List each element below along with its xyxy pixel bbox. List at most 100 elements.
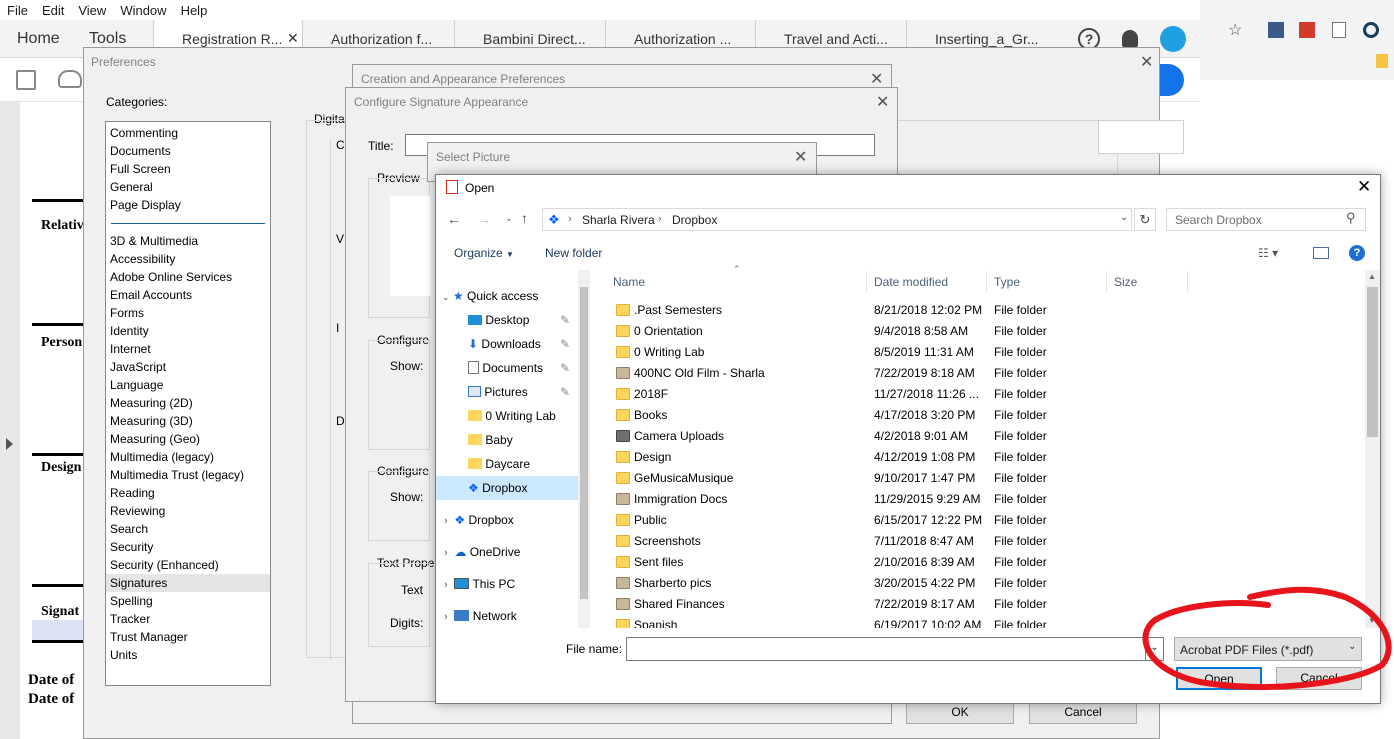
file-row[interactable]: Immigration Docs 11/29/2015 9:29 AM File f… (605, 489, 1365, 510)
chevron-down-icon[interactable]: ⌄ (1120, 212, 1128, 223)
category-multimedia-legacy[interactable]: Multimedia (legacy) (106, 448, 270, 466)
category-security[interactable]: Security (106, 538, 270, 556)
home-tab[interactable]: Home (17, 30, 60, 48)
category-units[interactable]: Units (106, 646, 270, 664)
up-arrow-icon[interactable]: ↑ (521, 210, 528, 226)
scroll-up-icon[interactable]: ▲ (1368, 272, 1376, 281)
nav-scroll-thumb[interactable] (580, 287, 588, 599)
category-reading[interactable]: Reading (106, 484, 270, 502)
category-email-accounts[interactable]: Email Accounts (106, 286, 270, 304)
category-forms[interactable]: Forms (106, 304, 270, 322)
category-trust-manager[interactable]: Trust Manager (106, 628, 270, 646)
extension-icon[interactable] (1268, 22, 1284, 38)
cloud-upload-icon[interactable] (58, 70, 82, 88)
category-full-screen[interactable]: Full Screen (106, 160, 270, 178)
category-measuring-geo[interactable]: Measuring (Geo) (106, 430, 270, 448)
menu-edit[interactable]: Edit (35, 0, 71, 18)
file-row[interactable]: Sent files 2/10/2016 8:39 AM File folder (605, 552, 1365, 573)
organize-button[interactable]: Organize ▼ (454, 246, 514, 260)
nav-dropbox-quick[interactable]: ❖ Dropbox (436, 476, 590, 500)
category-language[interactable]: Language (106, 376, 270, 394)
nav-desktop[interactable]: Desktop ✎ (436, 308, 590, 332)
category-3d-multimedia[interactable]: 3D & Multimedia (106, 232, 270, 250)
category-signatures[interactable]: Signatures (106, 574, 270, 592)
file-row[interactable]: .Past Semesters 8/21/2018 12:02 PM File fo… (605, 300, 1365, 321)
file-row[interactable]: Camera Uploads 4/2/2018 9:01 AM File folde… (605, 426, 1365, 447)
category-identity[interactable]: Identity (106, 322, 270, 340)
close-icon[interactable]: ✕ (1140, 52, 1153, 72)
category-tracker[interactable]: Tracker (106, 610, 270, 628)
nav-this-pc[interactable]: › This PC (436, 572, 590, 596)
file-row[interactable]: Public 6/15/2017 12:22 PM File folder (605, 510, 1365, 531)
nav-writing-lab[interactable]: 0 Writing Lab (436, 404, 590, 428)
close-icon[interactable]: ✕ (794, 147, 807, 167)
file-row[interactable]: Screenshots 7/11/2018 8:47 AM File folder (605, 531, 1365, 552)
categories-list[interactable]: Commenting Documents Full Screen General… (105, 121, 271, 686)
bell-icon[interactable] (1122, 30, 1138, 47)
pdf-extension-icon[interactable] (1299, 22, 1315, 38)
breadcrumb-user[interactable]: Sharla Rivera (582, 213, 655, 227)
category-javascript[interactable]: JavaScript (106, 358, 270, 376)
close-icon[interactable]: ✕ (876, 92, 889, 112)
nav-pictures[interactable]: Pictures ✎ (436, 380, 590, 404)
nav-baby[interactable]: Baby (436, 428, 590, 452)
file-row[interactable]: 400NC Old Film - Sharla 7/22/2019 8:18 AM… (605, 363, 1365, 384)
file-row[interactable]: 2018F 11/27/2018 11:26 ... File folder (605, 384, 1365, 405)
address-bar[interactable]: ❖ › Sharla Rivera › Dropbox ⌄ (542, 208, 1132, 231)
column-type[interactable]: Type (988, 271, 1107, 293)
category-page-display[interactable]: Page Display (106, 196, 270, 214)
view-options-icon[interactable]: ☷ ▾ (1258, 246, 1278, 260)
profile-icon[interactable] (1363, 22, 1379, 38)
expand-arrow-icon[interactable] (6, 438, 13, 450)
preview-pane-icon[interactable] (1313, 247, 1329, 259)
category-spelling[interactable]: Spelling (106, 592, 270, 610)
forward-arrow-icon[interactable]: → (477, 211, 491, 227)
menu-window[interactable]: Window (113, 0, 173, 18)
category-internet[interactable]: Internet (106, 340, 270, 358)
avatar[interactable] (1160, 26, 1186, 52)
file-name-input[interactable] (626, 637, 1146, 661)
page-icon[interactable] (1332, 22, 1346, 38)
category-accessibility[interactable]: Accessibility (106, 250, 270, 268)
category-search[interactable]: Search (106, 520, 270, 538)
nav-network[interactable]: › Network (436, 604, 590, 628)
category-general[interactable]: General (106, 178, 270, 196)
nav-downloads[interactable]: ⬇ Downloads ✎ (436, 332, 590, 356)
nav-onedrive[interactable]: › ☁ OneDrive (436, 540, 590, 564)
menu-view[interactable]: View (71, 0, 113, 18)
star-icon[interactable]: ☆ (1228, 20, 1242, 40)
close-icon[interactable]: ✕ (287, 30, 299, 47)
menu-file[interactable]: File (0, 0, 35, 18)
file-row[interactable]: Design 4/12/2019 1:08 PM File folder (605, 447, 1365, 468)
back-arrow-icon[interactable]: ← (447, 211, 461, 227)
menu-help[interactable]: Help (174, 0, 215, 18)
category-multimedia-trust-legacy[interactable]: Multimedia Trust (legacy) (106, 466, 270, 484)
search-icon[interactable]: ⚲ (1346, 210, 1356, 226)
category-security-enhanced[interactable]: Security (Enhanced) (106, 556, 270, 574)
signature-field[interactable] (32, 620, 84, 640)
file-row[interactable]: GeMusicaMusique 9/10/2017 1:47 PM File fol… (605, 468, 1365, 489)
search-input[interactable]: Search Dropbox (1166, 208, 1366, 231)
column-size[interactable]: Size (1108, 271, 1188, 293)
column-date-modified[interactable]: Date modified (868, 271, 987, 293)
file-list-scroll-thumb[interactable] (1367, 287, 1378, 437)
category-commenting[interactable]: Commenting (106, 124, 270, 142)
help-icon[interactable]: ? (1349, 245, 1365, 261)
file-row[interactable]: Books 4/17/2018 3:20 PM File folder (605, 405, 1365, 426)
category-documents[interactable]: Documents (106, 142, 270, 160)
recent-locations-icon[interactable]: ⌄ (505, 213, 513, 224)
nav-quick-access[interactable]: ⌄ ★ Quick access (436, 284, 590, 308)
file-row[interactable]: 0 Orientation 9/4/2018 8:58 AM File folder (605, 321, 1365, 342)
category-adobe-online-services[interactable]: Adobe Online Services (106, 268, 270, 286)
save-icon[interactable] (16, 70, 36, 90)
file-row[interactable]: 0 Writing Lab 8/5/2019 11:31 AM File folde… (605, 342, 1365, 363)
tools-tab[interactable]: Tools (89, 30, 126, 48)
breadcrumb-dropbox[interactable]: Dropbox (672, 213, 717, 227)
nav-daycare[interactable]: Daycare (436, 452, 590, 476)
category-reviewing[interactable]: Reviewing (106, 502, 270, 520)
category-measuring-3d[interactable]: Measuring (3D) (106, 412, 270, 430)
nav-documents[interactable]: Documents ✎ (436, 356, 590, 380)
close-icon[interactable]: ✕ (1357, 177, 1371, 197)
close-icon[interactable]: ✕ (870, 69, 883, 89)
nav-dropbox[interactable]: › ❖ Dropbox (436, 508, 590, 532)
